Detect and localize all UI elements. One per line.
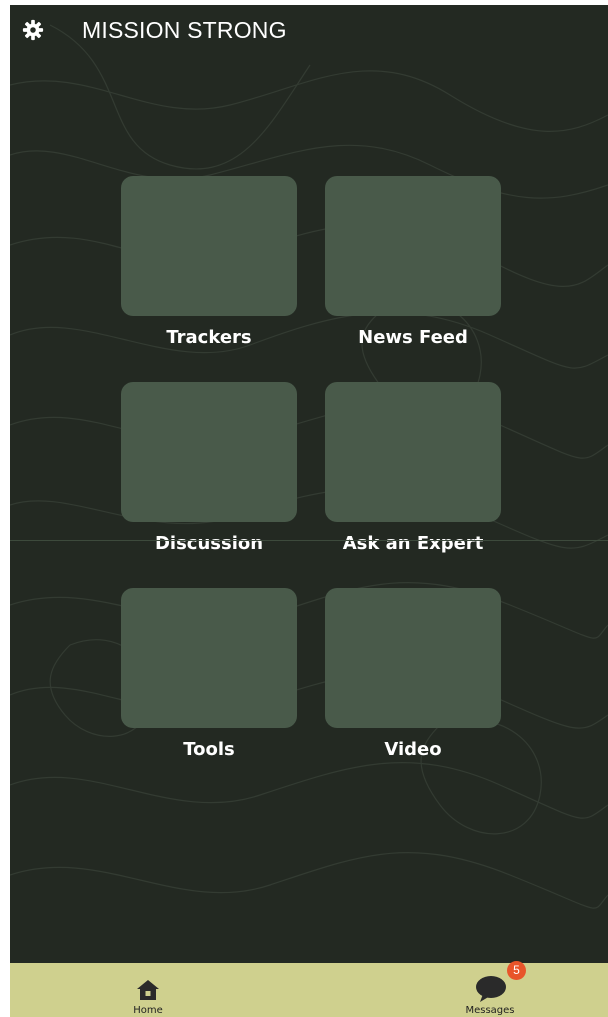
tile-label: Discussion (154, 533, 264, 554)
tile-tools-icon-area (121, 588, 297, 728)
tile-label: Trackers (166, 327, 252, 348)
tile-discussion-icon-area (121, 382, 297, 522)
nav-home[interactable]: Home (122, 963, 174, 1017)
tile-ask-an-expert-icon-area (325, 382, 501, 522)
tile-trackers-icon-area (121, 176, 297, 316)
nav-home-label: Home (133, 1005, 163, 1016)
header-bar: MISSION STRONG (10, 5, 608, 57)
divider (10, 540, 608, 541)
bottom-nav-bar: Home 5 Messages (10, 961, 608, 1017)
home-icon (136, 979, 160, 1005)
app-screen: MISSION STRONG Trackers News Feed Discus… (10, 5, 608, 1017)
chat-bubble-icon (475, 975, 507, 1007)
tile-news-feed-icon-area (325, 176, 501, 316)
tile-label: Video (384, 739, 442, 760)
tile-label: News Feed (358, 327, 468, 348)
tile-label: Ask an Expert (342, 533, 484, 554)
unread-count-badge: 5 (507, 961, 526, 980)
tile-video-icon-area (325, 588, 501, 728)
gear-icon[interactable] (22, 19, 44, 41)
tile-label: Tools (183, 739, 235, 760)
topographic-background (10, 24, 608, 909)
nav-messages-label: Messages (465, 1005, 515, 1016)
app-title: MISSION STRONG (82, 17, 287, 43)
nav-messages[interactable]: 5 Messages (450, 961, 530, 1017)
